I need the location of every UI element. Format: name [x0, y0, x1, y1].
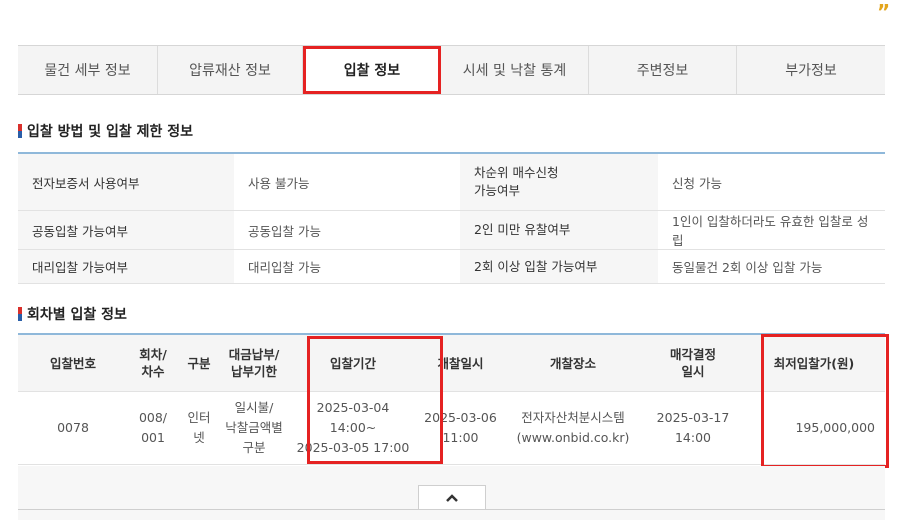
row-label: 2인 미만 유찰여부 [460, 210, 658, 250]
bid-method-table: 전자보증서 사용여부 사용 불가능 차순위 매수신청 가능여부 신청 가능 공동입… [18, 152, 885, 284]
round-bid-table: 입찰번호 회차/ 차수 구분 대금납부/ 납부기한 입찰기간 개찰일시 개찰장소… [18, 333, 885, 465]
tab-bid-info[interactable]: 입찰 정보 [303, 46, 441, 94]
row-label: 대리입찰 가능여부 [18, 249, 234, 284]
tab-additional[interactable]: 부가정보 [737, 46, 885, 94]
tab-price-statistics[interactable]: 시세 및 낙찰 통계 [441, 46, 589, 94]
row-value: 동일물건 2회 이상 입찰 가능 [658, 249, 885, 284]
tab-bar: 물건 세부 정보 압류재산 정보 입찰 정보 시세 및 낙찰 통계 주변정보 부… [18, 45, 885, 95]
row-label: 2회 이상 입찰 가능여부 [460, 249, 658, 284]
row-value: 사용 불가능 [234, 152, 460, 211]
section-marker-icon [18, 124, 22, 138]
row-value: 대리입찰 가능 [234, 249, 460, 284]
row-label: 공동입찰 가능여부 [18, 210, 234, 250]
table-row: 대리입찰 가능여부 대리입찰 가능 2회 이상 입찰 가능여부 동일물건 2회 … [18, 249, 885, 284]
col-header-place: 개찰장소 [503, 333, 643, 392]
cell-min-price: 195,000,000 [743, 391, 885, 465]
cell-bid-no: 0078 [18, 391, 128, 465]
row-label: 차순위 매수신청 가능여부 [460, 152, 658, 211]
tab-surroundings[interactable]: 주변정보 [589, 46, 737, 94]
tab-seized-property[interactable]: 압류재산 정보 [158, 46, 303, 94]
cell-decision: 2025-03-17 14:00 [643, 391, 743, 465]
col-header-bid-no: 입찰번호 [18, 333, 128, 392]
col-header-decision: 매각결정 일시 [643, 333, 743, 392]
section-title-text: 회차별 입찰 정보 [27, 307, 127, 323]
col-header-round: 회차/ 차수 [128, 333, 178, 392]
section-title-round-bids: 회차별 입찰 정보 [18, 304, 127, 324]
row-value: 1인이 입찰하더라도 유효한 입찰로 성립 [658, 210, 885, 250]
divider [18, 509, 885, 510]
col-header-type: 구분 [178, 333, 220, 392]
section-marker-icon [18, 307, 22, 321]
cell-opening: 2025-03-06 11:00 [418, 391, 503, 465]
row-value: 공동입찰 가능 [234, 210, 460, 250]
col-header-payment: 대금납부/ 납부기한 [220, 333, 288, 392]
cell-payment: 일시불/ 낙찰금액별 구분 [220, 391, 288, 465]
col-header-period: 입찰기간 [288, 333, 418, 392]
cell-type: 인터넷 [178, 391, 220, 465]
table-row: 공동입찰 가능여부 공동입찰 가능 2인 미만 유찰여부 1인이 입찰하더라도 … [18, 210, 885, 250]
cell-place: 전자자산처분시스템 (www.onbid.co.kr) [503, 391, 643, 465]
table-row: 전자보증서 사용여부 사용 불가능 차순위 매수신청 가능여부 신청 가능 [18, 152, 885, 211]
cell-round: 008/ 001 [128, 391, 178, 465]
section-title-bid-method: 입찰 방법 및 입찰 제한 정보 [18, 121, 193, 141]
cell-period: 2025-03-04 14:00~ 2025-03-05 17:00 [288, 391, 418, 465]
table-header-row: 입찰번호 회차/ 차수 구분 대금납부/ 납부기한 입찰기간 개찰일시 개찰장소… [18, 333, 885, 392]
chevron-up-icon [446, 494, 458, 502]
row-value: 신청 가능 [658, 152, 885, 211]
row-label: 전자보증서 사용여부 [18, 152, 234, 211]
col-header-min-price: 최저입찰가(원) [743, 333, 885, 392]
col-header-opening: 개찰일시 [418, 333, 503, 392]
section-title-text: 입찰 방법 및 입찰 제한 정보 [27, 124, 194, 140]
quote-mark: ” [877, 0, 891, 24]
tab-item-detail[interactable]: 물건 세부 정보 [18, 46, 158, 94]
collapse-button[interactable] [418, 485, 486, 510]
table-row: 0078 008/ 001 인터넷 일시불/ 낙찰금액별 구분 2025-03-… [18, 391, 885, 465]
